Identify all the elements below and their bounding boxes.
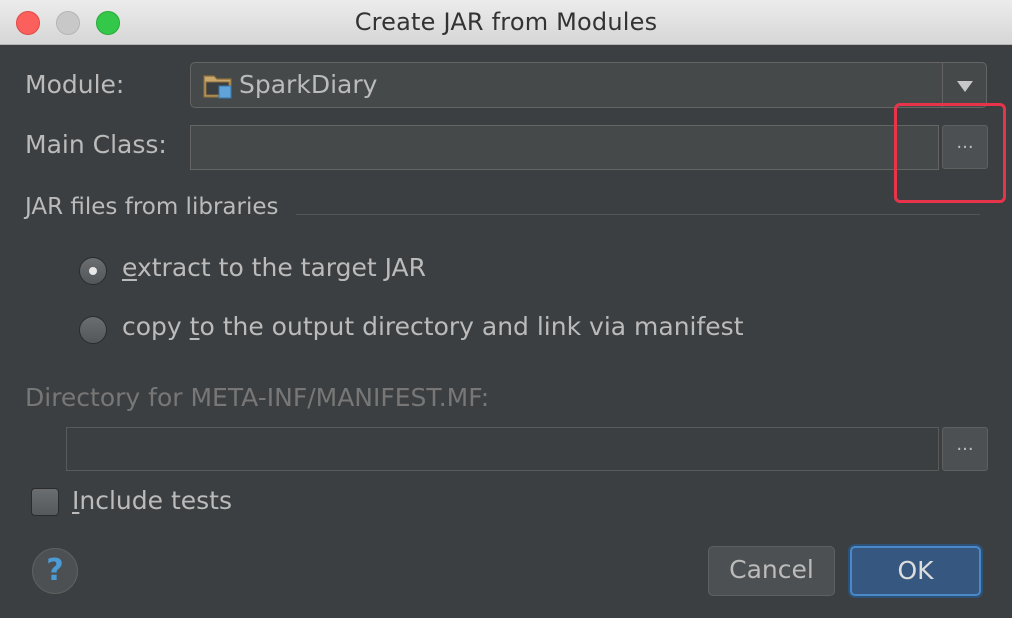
radio-extract[interactable] [79, 257, 107, 285]
module-label: Module: [25, 70, 125, 99]
annotation-highlight-box [894, 103, 1006, 203]
ok-button[interactable]: OK [850, 546, 981, 596]
manifest-dir-browse-button[interactable]: ... [942, 427, 988, 471]
main-class-field[interactable] [190, 125, 939, 170]
main-class-label: Main Class: [25, 130, 167, 159]
help-icon[interactable]: ? [32, 548, 78, 594]
radio-extract-label[interactable]: extract to the target JAR [122, 253, 426, 282]
manifest-dir-field[interactable] [66, 427, 939, 471]
include-tests-label[interactable]: Include tests [72, 486, 232, 515]
cancel-button[interactable]: Cancel [708, 546, 835, 596]
manifest-dir-label: Directory for META-INF/MANIFEST.MF: [25, 383, 490, 412]
window-title: Create JAR from Modules [354, 8, 658, 36]
title-bar: Create JAR from Modules [0, 0, 1012, 45]
include-tests-checkbox[interactable] [31, 488, 59, 516]
radio-copy-label[interactable]: copy to the output directory and link vi… [122, 312, 744, 341]
module-folder-icon [203, 75, 232, 99]
radio-copy[interactable] [79, 316, 107, 344]
chevron-down-icon[interactable] [957, 81, 973, 92]
module-combobox[interactable]: SparkDiary [190, 62, 987, 108]
libraries-group-label: JAR files from libraries [25, 194, 279, 220]
module-selected-value: SparkDiary [239, 70, 378, 99]
radio-selected-dot [89, 267, 97, 275]
group-separator [296, 214, 980, 215]
